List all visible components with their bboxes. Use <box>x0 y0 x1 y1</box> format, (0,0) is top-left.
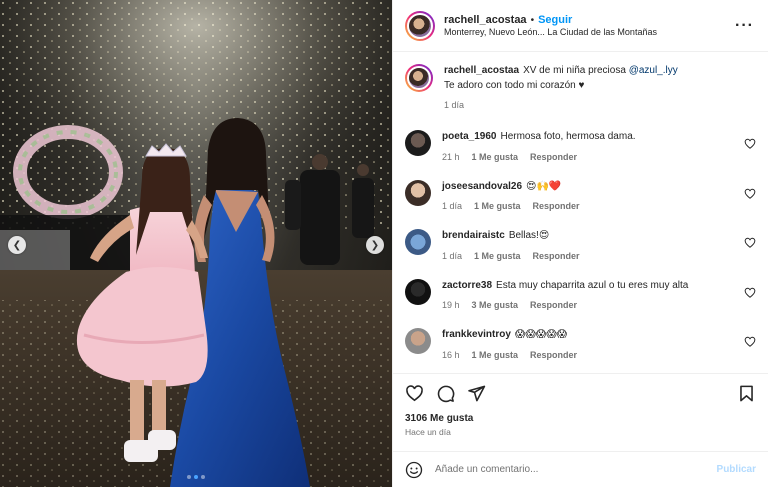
carousel-dot <box>201 475 205 479</box>
reply-button[interactable]: Responder <box>533 200 580 213</box>
caption-avatar[interactable] <box>405 64 433 92</box>
caption: rachell_acostaa XV de mi niña preciosa @a… <box>405 64 756 112</box>
caption-username[interactable]: rachell_acostaa <box>444 65 519 76</box>
commenter-avatar[interactable] <box>405 179 431 206</box>
comment-time[interactable]: 1 día <box>442 250 462 263</box>
post-header: rachell_acostaa • Seguir Monterrey, Nuevo … <box>393 0 768 52</box>
comment-like-heart-icon[interactable] <box>744 138 756 150</box>
action-bar: 3106 Me gusta Hace un día <box>393 373 768 451</box>
commenter-username[interactable]: zactorre38 <box>442 280 492 291</box>
likes-count[interactable]: 3106 Me gusta <box>405 413 756 424</box>
comment-row: zactorre38 Esta muy chaparrita azul o tu … <box>405 278 756 313</box>
photo-illustration <box>0 0 392 487</box>
comment-row: brendairaistc Bellas!😍 1 día 1 Me gusta Resp… <box>405 229 756 263</box>
comment-like-heart-icon[interactable] <box>744 287 756 299</box>
like-heart-icon[interactable] <box>405 384 424 403</box>
commenter-avatar[interactable] <box>405 130 431 157</box>
comment-row: frankkevintroy 😱😱😱😱😱 16 h 1 Me gusta Respond… <box>405 328 756 362</box>
comment-text: Bellas!😍 <box>508 230 550 242</box>
author-username[interactable]: rachell_acostaa <box>444 14 527 26</box>
comment-time[interactable]: 16 h <box>442 349 460 362</box>
commenter-username[interactable]: brendairaistc <box>442 230 505 241</box>
commenter-avatar[interactable] <box>405 278 431 305</box>
post-photo[interactable]: ❮ ❯ <box>0 0 392 487</box>
comment-likes[interactable]: 1 Me gusta <box>474 200 521 213</box>
caption-time[interactable]: 1 día <box>444 99 464 112</box>
carousel-prev-button[interactable]: ❮ <box>8 236 26 254</box>
comment-text: Hermosa foto, hermosa dama. <box>500 131 636 143</box>
comment-like-heart-icon[interactable] <box>744 336 756 348</box>
reply-button[interactable]: Responder <box>530 151 577 164</box>
comment-time[interactable]: 1 día <box>442 200 462 213</box>
publish-button[interactable]: Publicar <box>717 464 756 475</box>
commenter-username[interactable]: frankkevintroy <box>442 329 511 340</box>
share-send-icon[interactable] <box>467 384 486 403</box>
commenter-username[interactable]: poeta_1960 <box>442 131 496 142</box>
comment-likes[interactable]: 1 Me gusta <box>472 349 519 362</box>
comment-like-heart-icon[interactable] <box>744 237 756 249</box>
location-link[interactable]: Monterrey, Nuevo León... La Ciudad de la… <box>444 27 731 39</box>
follow-button[interactable]: Seguir <box>538 14 572 26</box>
comment-likes[interactable]: 1 Me gusta <box>474 250 521 263</box>
comment-composer: Publicar <box>393 451 768 487</box>
post-timestamp[interactable]: Hace un día <box>405 427 756 437</box>
comment-time[interactable]: 19 h <box>442 299 460 312</box>
comment-likes[interactable]: 3 Me gusta <box>472 299 519 312</box>
comment-text: Esta muy chaparrita azul o tu eres muy a… <box>496 279 689 291</box>
caption-line2: Te adoro con todo mi corazón ♥ <box>444 79 585 91</box>
reply-button[interactable]: Responder <box>530 349 577 362</box>
reply-button[interactable]: Responder <box>530 299 577 312</box>
comment-likes[interactable]: 1 Me gusta <box>472 151 519 164</box>
reply-button[interactable]: Responder <box>533 250 580 263</box>
comment-row: joseesandoval26 😍🙌❤️ 1 día 1 Me gusta Respon… <box>405 179 756 214</box>
comment-row: poeta_1960 Hermosa foto, hermosa dama. 21 … <box>405 130 756 164</box>
save-bookmark-icon[interactable] <box>737 384 756 403</box>
commenter-avatar[interactable] <box>405 229 431 256</box>
carousel-indicator <box>0 475 392 479</box>
carousel-dot <box>187 475 191 479</box>
comment-time[interactable]: 21 h <box>442 151 460 164</box>
comments-list[interactable]: rachell_acostaa XV de mi niña preciosa @a… <box>393 52 768 373</box>
caption-mention[interactable]: @azul_.lyy <box>629 65 678 76</box>
more-options-icon[interactable]: ··· <box>731 17 758 35</box>
emoji-icon[interactable] <box>405 461 423 479</box>
comment-text: 😍🙌❤️ <box>526 180 562 192</box>
comment-text: 😱😱😱😱😱 <box>514 329 568 341</box>
commenter-avatar[interactable] <box>405 328 431 355</box>
carousel-dot-active <box>194 475 198 479</box>
commenter-username[interactable]: joseesandoval26 <box>442 181 522 192</box>
caption-text: XV de mi niña preciosa <box>523 65 626 76</box>
author-avatar[interactable] <box>405 10 435 41</box>
comment-like-heart-icon[interactable] <box>744 188 756 200</box>
post-details-panel: rachell_acostaa • Seguir Monterrey, Nuevo … <box>392 0 768 487</box>
comment-input[interactable] <box>435 464 717 475</box>
carousel-next-button[interactable]: ❯ <box>366 236 384 254</box>
comment-bubble-icon[interactable] <box>436 384 455 403</box>
separator-dot: • <box>530 14 535 26</box>
